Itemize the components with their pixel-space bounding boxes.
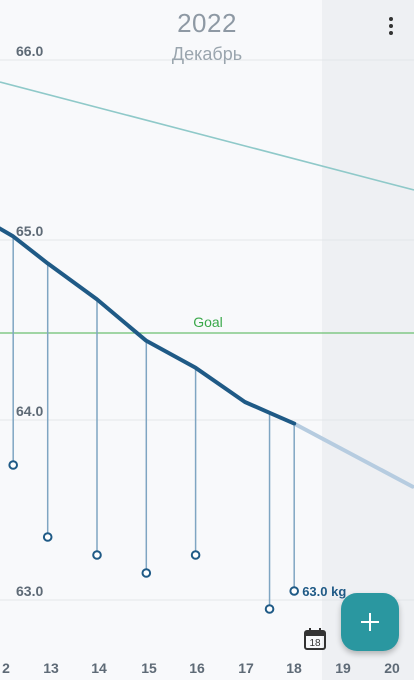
- calendar-day-label: 18: [309, 638, 321, 649]
- month-title: Декабрь: [171, 44, 243, 64]
- trend-forecast-line: [292, 421, 414, 489]
- measurement-point: [8, 460, 18, 470]
- year-title: 2022: [177, 8, 237, 38]
- x-tick-label: 16: [189, 660, 205, 676]
- y-tick-label: 65.0: [16, 223, 43, 239]
- last-weight-label: 63.0 kg: [302, 584, 346, 599]
- header: 2022 Декабрь: [0, 0, 414, 70]
- weight-chart[interactable]: 66.065.064.063.02 13 14 15 16 17 18 19 20Goal63.…: [0, 0, 414, 680]
- measurement-point: [92, 550, 102, 560]
- x-tick-label: 19: [335, 660, 351, 676]
- x-tick-label: 18: [286, 660, 302, 676]
- y-tick-label: 63.0: [16, 583, 43, 599]
- target-trend-line: [0, 81, 414, 191]
- plus-icon: [361, 613, 379, 631]
- measurement-point: [42, 532, 53, 542]
- x-tick-label: 13: [43, 660, 59, 676]
- more-vert-icon[interactable]: [380, 12, 402, 40]
- x-tick-label: 2: [2, 660, 10, 676]
- measurement-point: [289, 586, 300, 596]
- measurement-point: [141, 568, 152, 578]
- x-tick-label: 20: [384, 660, 400, 676]
- add-entry-button[interactable]: [341, 593, 399, 651]
- x-tick-label: 15: [141, 660, 157, 676]
- trend-line: [0, 226, 297, 426]
- goal-label: Goal: [193, 314, 223, 330]
- measurement-point: [190, 550, 201, 560]
- x-tick-label: 14: [91, 660, 107, 676]
- measurement-point: [264, 604, 275, 614]
- x-tick-label: 17: [238, 660, 254, 676]
- calendar-today-icon[interactable]: 18: [302, 626, 328, 652]
- y-tick-label: 64.0: [16, 403, 43, 419]
